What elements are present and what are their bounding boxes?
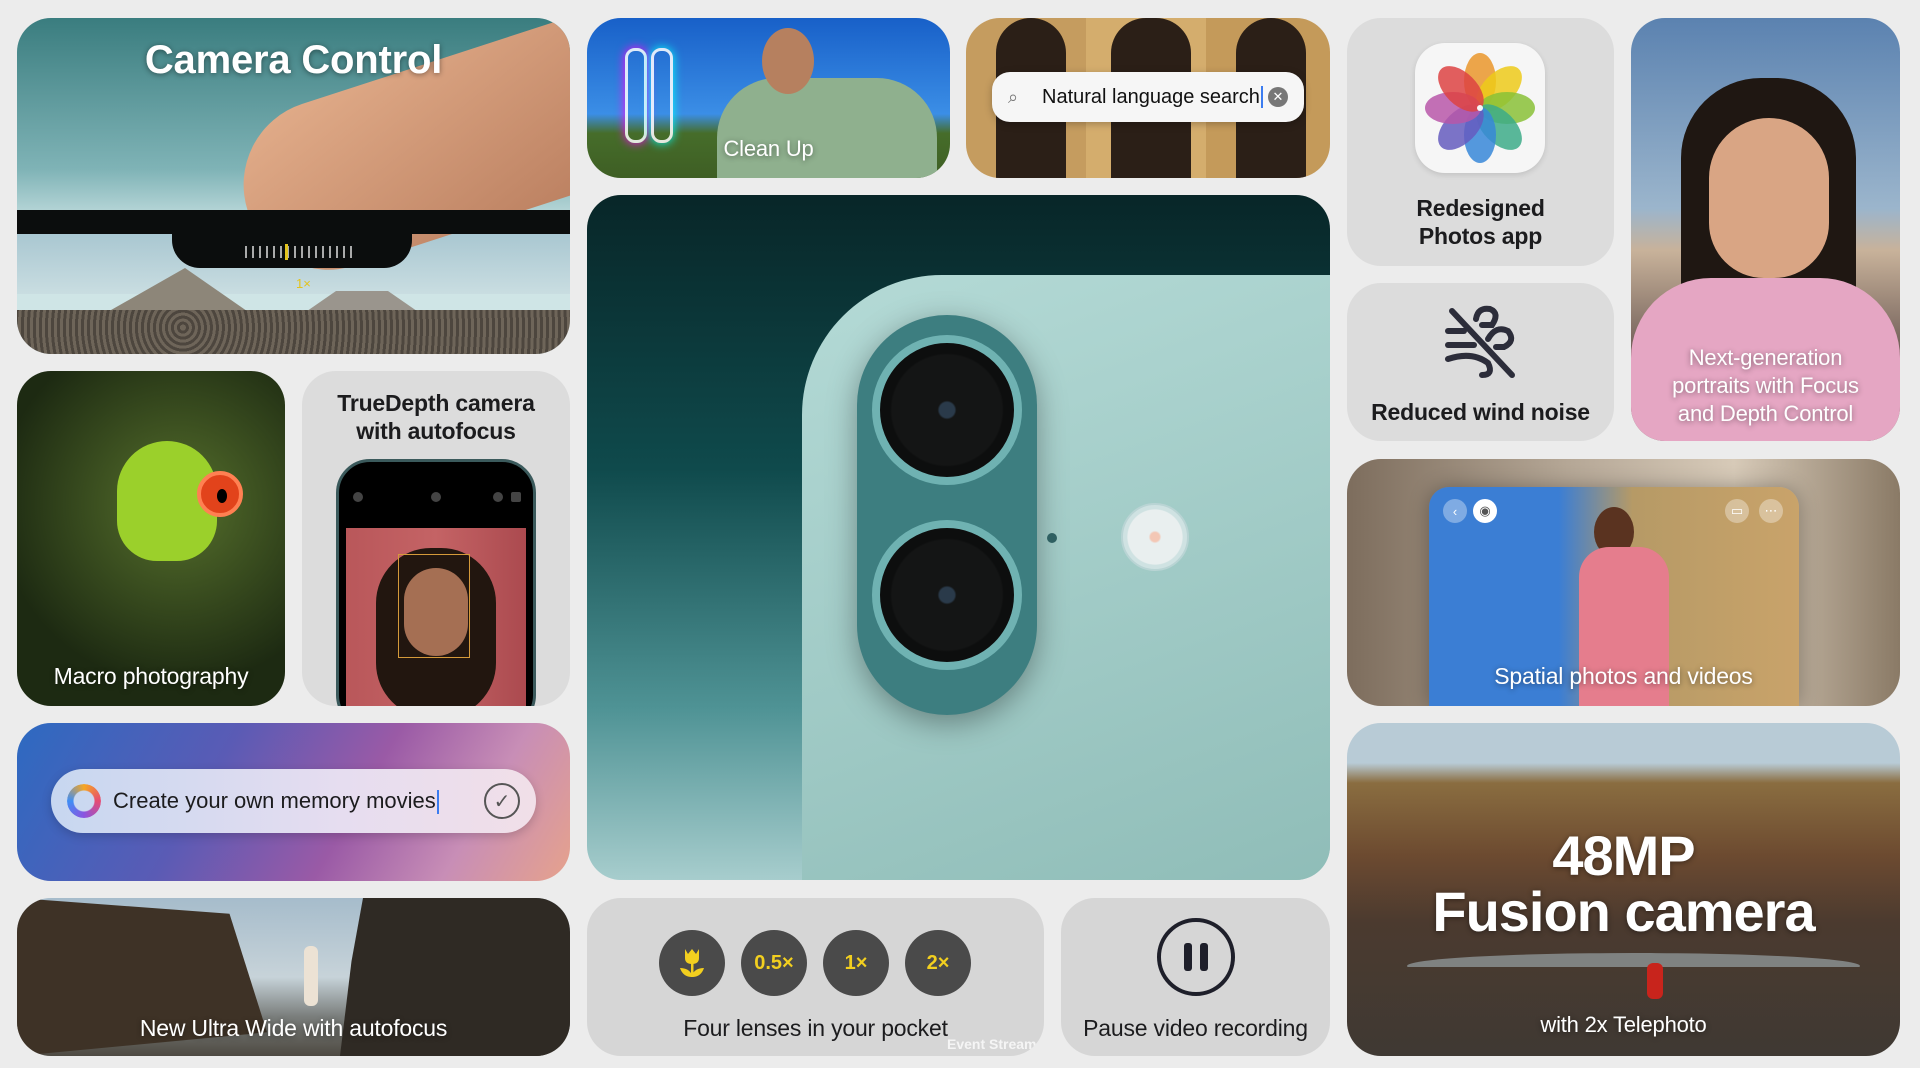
autofocus-box [398, 554, 470, 658]
macro-photography-tile: Macro photography [17, 371, 285, 706]
checkmark-circle-icon[interactable]: ✓ [484, 783, 520, 819]
memory-prompt-text: Create your own memory movies [113, 787, 436, 813]
iphone-camera-hero-tile [587, 195, 1330, 880]
apple-intelligence-icon [67, 784, 101, 818]
text-cursor [1260, 86, 1263, 109]
search-icon: ⌕ [1008, 87, 1019, 107]
four-lenses-tile: 0.5× 1× 2× Four lenses in your pocket Ev… [587, 898, 1044, 1056]
more-icon[interactable]: ⋯ [1759, 499, 1783, 523]
zoom-level-label: 1× [296, 276, 311, 291]
back-icon[interactable]: ‹ [1443, 499, 1467, 523]
camera-control-tile: 1× Camera Control [17, 18, 570, 354]
event-stream-overlay: Event Stream [947, 1036, 1037, 1052]
spatial-caption: Spatial photos and videos [1494, 663, 1753, 689]
caption-line: with autofocus [356, 418, 516, 444]
fusion-subtitle: with 2x Telephoto [1540, 1012, 1707, 1037]
camera-control-title: Camera Control [144, 38, 443, 82]
wind-noise-caption: Reduced wind noise [1371, 399, 1590, 425]
aspect-icon [511, 492, 521, 502]
immersive-icon[interactable]: ▭ [1725, 499, 1749, 523]
photos-app-caption: Redesigned Photos app [1347, 194, 1614, 250]
search-query: Natural language search [1042, 85, 1260, 108]
lens-button-2x[interactable]: 2× [905, 930, 971, 996]
zoom-ticks [245, 246, 355, 258]
main-camera-lens [872, 335, 1022, 485]
memory-movies-tile: Create your own memory movies ✓ [17, 723, 570, 881]
photos-app-icon [1415, 43, 1545, 173]
caption-line: Photos app [1418, 223, 1543, 249]
portraits-tile: Next-generation portraits with Focus and… [1631, 18, 1900, 441]
fusion-camera-tile: 48MP Fusion camera with 2x Telephoto [1347, 723, 1900, 1056]
portraits-caption: Next-generation portraits with Focus and… [1631, 344, 1900, 428]
fusion-headline: 48MP Fusion camera [1347, 828, 1900, 940]
lens-button-macro[interactable] [659, 930, 725, 996]
flash-icon [353, 492, 363, 502]
removed-person-outline [651, 48, 673, 143]
caption-line: Next-generation [1688, 345, 1843, 370]
memory-prompt-field[interactable]: Create your own memory movies ✓ [51, 769, 536, 833]
lens-button-1x[interactable]: 1× [823, 930, 889, 996]
lens-button-0.5x[interactable]: 0.5× [741, 930, 807, 996]
pause-recording-tile: Pause video recording [1061, 898, 1330, 1056]
portrait-face [1709, 118, 1829, 278]
rocky-ground [17, 310, 570, 354]
chevron-up-icon [431, 492, 441, 502]
ultra-wide-lens [872, 520, 1022, 670]
wind-slash-icon [1445, 305, 1515, 378]
removed-person-outline [625, 48, 647, 143]
tulip-icon [680, 949, 704, 977]
frog-eye [197, 471, 243, 517]
caption-line: and Depth Control [1677, 401, 1854, 426]
truedepth-caption: TrueDepth camera with autofocus [302, 389, 570, 445]
pause-caption: Pause video recording [1083, 1015, 1308, 1041]
photos-flower-icon [1425, 53, 1535, 163]
caption-line: portraits with Focus [1672, 373, 1859, 398]
selfie-preview [346, 528, 526, 706]
trail [1407, 953, 1860, 979]
pause-circle-icon[interactable] [1157, 918, 1235, 996]
person [304, 946, 318, 1006]
microphone [1047, 533, 1057, 543]
caption-line: TrueDepth camera [337, 390, 535, 416]
clear-icon[interactable]: ✕ [1268, 87, 1288, 107]
person-head [762, 28, 814, 94]
person [1647, 963, 1663, 999]
headline-line: 48MP [1552, 824, 1695, 887]
macro-caption: Macro photography [53, 663, 249, 689]
person [717, 78, 937, 178]
headline-line: Fusion camera [1432, 880, 1815, 943]
flash [1121, 503, 1189, 571]
caption-line: Redesigned [1416, 195, 1545, 221]
ultra-wide-tile: New Ultra Wide with autofocus [17, 898, 570, 1056]
iphone-front [336, 459, 536, 706]
live-icon [493, 492, 503, 502]
zoom-selected-tick [285, 244, 288, 260]
photos-app-tile: Redesigned Photos app [1347, 18, 1614, 266]
text-cursor [436, 790, 439, 815]
spatial-photos-tile: ‹ ◉ ▭ ⋯ Spatial photos and videos [1347, 459, 1900, 706]
search-field[interactable]: ⌕ Natural language search ✕ [992, 72, 1304, 122]
spatial-icon[interactable]: ◉ [1473, 499, 1497, 523]
truedepth-tile: TrueDepth camera with autofocus [302, 371, 570, 706]
wind-noise-tile: Reduced wind noise [1347, 283, 1614, 441]
clean-up-caption: Clean Up [723, 136, 814, 161]
natural-language-search-tile: ⌕ Natural language search ✕ [966, 18, 1330, 178]
clean-up-tile: Clean Up [587, 18, 950, 178]
ultra-wide-caption: New Ultra Wide with autofocus [139, 1015, 448, 1041]
